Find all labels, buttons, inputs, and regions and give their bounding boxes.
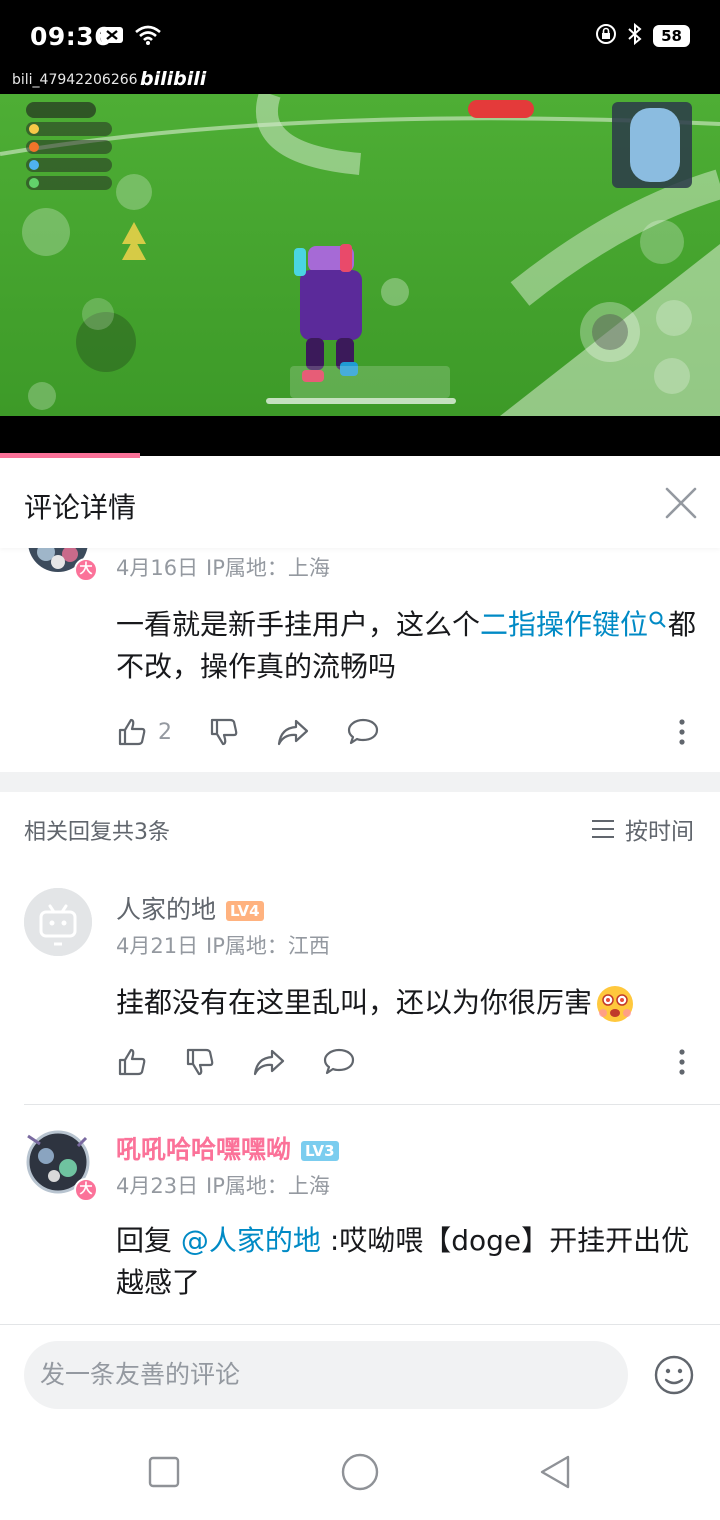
more-options-icon[interactable] [678, 718, 686, 750]
reply-username[interactable]: 吼吼哈哈嘿嘿呦 LV3 [116, 1130, 339, 1166]
share-icon [277, 719, 309, 746]
vip-badge-icon: 大 [74, 1178, 98, 1202]
dislike-button[interactable] [184, 1046, 216, 1078]
comment-input-bar: 发一条友善的评论 [0, 1324, 720, 1424]
share-button[interactable] [276, 717, 310, 747]
watermark-username: bili_47942206266 [12, 72, 138, 88]
vip-badge-icon: 大 [74, 558, 98, 582]
video-watermark: bili_47942206266 bilibili [0, 68, 720, 94]
avatar[interactable]: 大 [24, 548, 98, 582]
notification-icon [100, 25, 124, 49]
comment-input[interactable]: 发一条友善的评论 [24, 1341, 628, 1409]
reply-date: 4月21日 [116, 934, 199, 958]
thumbs-down-icon [186, 1048, 214, 1076]
root-comment-text: 一看就是新手挂用户，这么个二指操作键位 都不改，操作真的流畅吗 [116, 608, 697, 683]
avatar[interactable]: 大 [24, 1128, 98, 1202]
level-badge: LV4 [226, 901, 264, 921]
bluetooth-icon [627, 22, 643, 50]
more-options-icon[interactable] [678, 1048, 686, 1080]
thumbs-up-icon [118, 718, 146, 746]
reply-actions [116, 1046, 392, 1078]
comment-date: 4月16日 [116, 556, 199, 580]
shocked-emoji-icon [597, 986, 634, 1022]
wifi-icon [134, 24, 162, 50]
related-replies-count: 相关回复共3条 [24, 820, 170, 845]
reply-button[interactable] [322, 1047, 356, 1077]
comment-ip: IP属地：上海 [206, 556, 330, 580]
like-button[interactable]: 2 [116, 716, 172, 748]
comment-detail-header: 评论详情 [0, 458, 720, 548]
like-button[interactable] [116, 1046, 148, 1078]
dislike-button[interactable] [208, 716, 240, 748]
game-scene-image [0, 94, 720, 416]
comment-bubble-icon [347, 718, 379, 745]
reply-ip: IP属地：江西 [206, 934, 330, 958]
recent-apps-icon[interactable] [148, 1456, 180, 1492]
level-badge: LV3 [301, 1141, 339, 1161]
comment-list[interactable]: 大 4月16日 IP属地：上海 一看就是新手挂用户，这么个二指操作键位 都不改，操… [0, 548, 720, 1324]
page-title: 评论详情 [24, 491, 137, 524]
comment-actions: 2 [116, 716, 416, 748]
reply-date: 4月23日 [116, 1174, 199, 1198]
emoji-icon[interactable] [654, 1355, 694, 1399]
search-icon [649, 611, 666, 628]
sort-by-time-button[interactable]: 按时间 [591, 812, 694, 846]
reply-button[interactable] [346, 717, 380, 747]
thumbs-down-icon [210, 718, 238, 746]
home-icon[interactable] [340, 1452, 380, 1496]
reply-username[interactable]: 人家的地 LV4 [116, 890, 264, 926]
lock-rotation-icon [595, 23, 617, 49]
close-icon[interactable] [664, 486, 698, 520]
like-count: 2 [158, 719, 172, 745]
reply-text: 挂都没有在这里乱叫，还以为你很厉害 [116, 982, 706, 1025]
mention-link[interactable]: @人家的地 [181, 1224, 321, 1257]
thumbs-up-icon [118, 1048, 146, 1076]
system-navigation-bar [0, 1424, 720, 1520]
sort-list-icon [592, 820, 614, 838]
search-keyword-link[interactable]: 二指操作键位 [480, 608, 648, 641]
bilibili-logo: bilibili [140, 68, 207, 90]
default-avatar-icon [24, 888, 92, 956]
reply-text: 回复 @人家的地 :哎呦喂【doge】开挂开出优越感了 [116, 1224, 690, 1299]
back-icon[interactable] [538, 1454, 572, 1494]
share-icon [253, 1049, 285, 1076]
share-button[interactable] [252, 1047, 286, 1077]
battery-indicator: 58 [653, 25, 690, 47]
video-player[interactable] [0, 94, 720, 416]
status-bar: 09:36 58 [0, 0, 720, 72]
reply-ip: IP属地：上海 [206, 1174, 330, 1198]
comment-bubble-icon [323, 1048, 355, 1075]
avatar[interactable] [24, 888, 92, 956]
